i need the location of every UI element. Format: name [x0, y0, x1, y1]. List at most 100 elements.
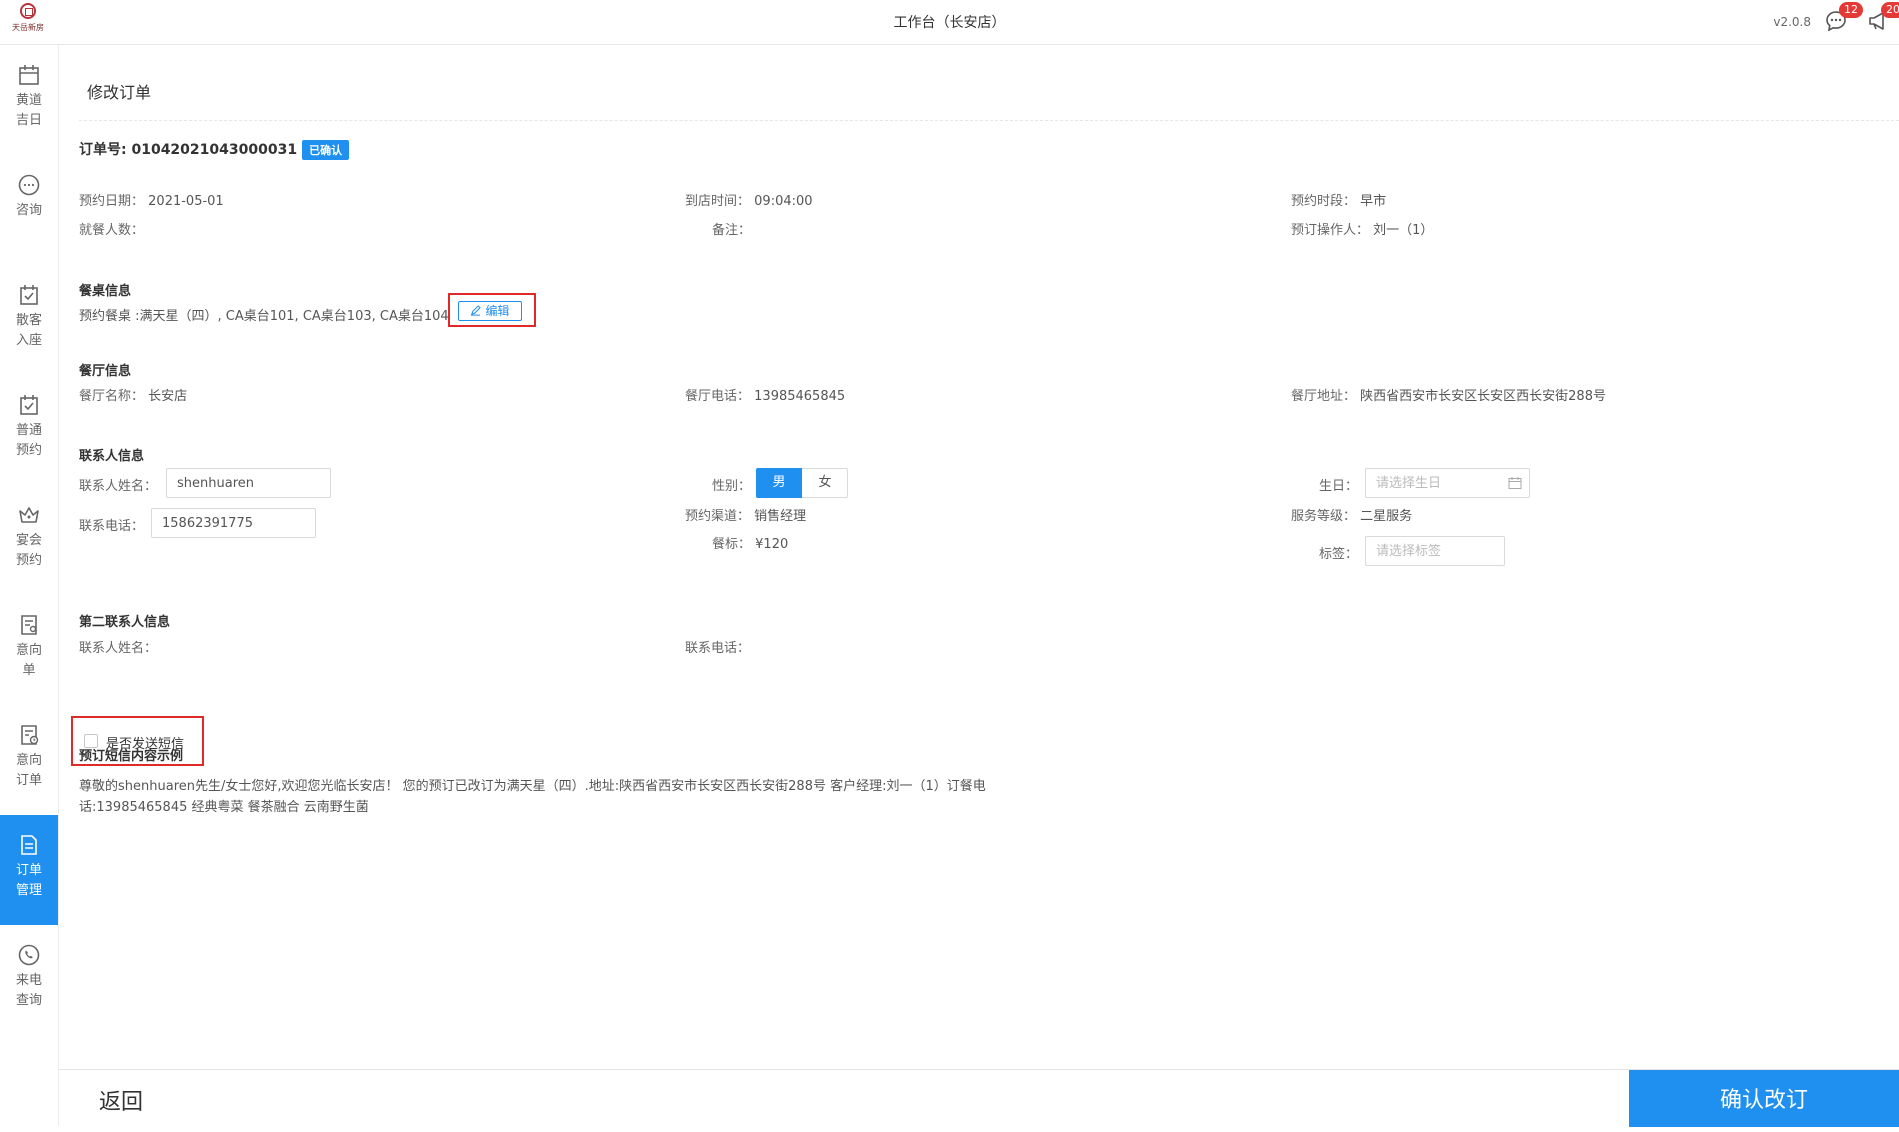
- app-title: 工作台（长安店）: [893, 15, 1006, 31]
- status-badge: 已确认: [302, 140, 350, 160]
- gender-option-male[interactable]: 男: [756, 468, 802, 498]
- calendar-icon: [19, 65, 39, 85]
- sidebar-item-intent-sheet[interactable]: 意向 单: [0, 595, 58, 705]
- sidebar-item-intent-order[interactable]: 意向 订单: [0, 705, 58, 815]
- arrival-time-value: 09:04:00: [754, 194, 813, 209]
- crown-icon: [19, 507, 39, 523]
- gender-option-female[interactable]: 女: [802, 468, 848, 498]
- guest-count-label: 就餐人数：: [79, 223, 145, 238]
- booking-operator-value: 刘一（1）: [1373, 223, 1434, 238]
- restaurant-phone-value: 13985465845: [754, 389, 846, 404]
- sidebar-item-label: 黄道 吉日: [15, 93, 42, 128]
- sidebar-item-label: 普通 预约: [15, 423, 42, 458]
- chat-icon: [18, 174, 40, 196]
- restaurant-phone-label: 餐厅电话：: [685, 389, 751, 404]
- sidebar-item-auspicious-days[interactable]: 黄道 吉日: [0, 45, 58, 155]
- divider: [79, 120, 1899, 121]
- sidebar-item-call-lookup[interactable]: 来电 查询: [0, 925, 58, 1035]
- checklist-icon: [20, 285, 38, 305]
- meal-standard-value: ¥120: [755, 537, 789, 552]
- pencil-icon: [471, 305, 482, 316]
- sidebar-item-consult[interactable]: 咨询: [0, 155, 58, 265]
- restaurant-info-title: 餐厅信息: [79, 364, 132, 379]
- arrival-time: 到店时间： 09:04:00: [685, 190, 813, 209]
- booking-period-value: 早市: [1360, 194, 1387, 209]
- order-number: 订单号: 01042021043000031 已确认: [79, 139, 350, 160]
- booking-operator: 预订操作人： 刘一（1）: [1291, 219, 1433, 238]
- sidebar-item-label: 意向 单: [15, 643, 42, 678]
- contact-name-input[interactable]: [166, 468, 331, 498]
- booking-channel: 预约渠道： 销售经理: [685, 505, 806, 524]
- notices-badge: 20: [1881, 2, 1899, 18]
- phone-icon: [18, 944, 40, 966]
- restaurant-address: 餐厅地址： 陕西省西安市长安区长安区西长安街288号: [1291, 385, 1606, 404]
- birthday-label: 生日：: [1319, 479, 1359, 494]
- sms-example-text: 尊敬的shenhuaren先生/女士您好,欢迎您光临长安店！ 您的预订已改订为满…: [79, 779, 986, 815]
- sidebar-item-label: 订单 管理: [15, 863, 42, 898]
- booked-tables: 预约餐桌 :满天星（四）, CA桌台101, CA桌台103, CA桌台104: [79, 309, 449, 324]
- remark-label: 备注：: [712, 223, 752, 238]
- second-contact-name-label: 联系人姓名：: [79, 641, 158, 656]
- meal-standard: 餐标： ¥120: [712, 533, 788, 552]
- restaurant-name-label: 餐厅名称：: [79, 389, 145, 404]
- checklist-icon: [20, 395, 38, 415]
- meal-standard-label: 餐标：: [712, 537, 752, 552]
- document-user-icon: [21, 615, 37, 635]
- tag-label: 标签：: [1319, 547, 1359, 562]
- booking-channel-value: 销售经理: [754, 509, 807, 524]
- tag-select[interactable]: [1365, 536, 1505, 566]
- remark: 备注：: [712, 219, 751, 238]
- booking-date-label: 预约日期：: [79, 194, 145, 209]
- order-number-text: 订单号: 01042021043000031: [79, 142, 298, 158]
- main-content: 修改订单 订单号: 01042021043000031 已确认 预约日期： 202…: [59, 45, 1899, 1126]
- sidebar-item-order-management[interactable]: 订单 管理: [0, 815, 58, 925]
- contact-name-label: 联系人姓名：: [79, 479, 158, 494]
- calendar-icon: [1508, 477, 1522, 489]
- document-clock-icon: [21, 725, 39, 745]
- version-label: v2.0.8: [1773, 15, 1811, 29]
- booking-period-label: 预约时段：: [1291, 194, 1357, 209]
- footer-bar: 返回 确认改订: [59, 1069, 1899, 1127]
- sms-example-title: 预订短信内容示例: [79, 749, 184, 764]
- sidebar: 黄道 吉日 咨询 散客 入座 普通 预约 宴会 预约 意向 单 意向 订单 订单…: [0, 45, 59, 1126]
- booking-channel-label: 预约渠道：: [685, 509, 751, 524]
- sidebar-item-label: 咨询: [15, 203, 42, 218]
- document-icon: [21, 835, 37, 855]
- booking-date-value: 2021-05-01: [148, 194, 224, 209]
- restaurant-address-value: 陕西省西安市长安区长安区西长安街288号: [1360, 389, 1606, 404]
- second-contact-title: 第二联系人信息: [79, 615, 171, 630]
- sidebar-item-banquet-booking[interactable]: 宴会 预约: [0, 485, 58, 595]
- birthday-picker[interactable]: [1365, 468, 1530, 498]
- booking-period: 预约时段： 早市: [1291, 190, 1386, 209]
- page-title: 修改订单: [87, 83, 152, 102]
- restaurant-phone: 餐厅电话： 13985465845: [685, 385, 845, 404]
- booking-date: 预约日期： 2021-05-01: [79, 190, 224, 209]
- sidebar-item-walk-in[interactable]: 散客 入座: [0, 265, 58, 375]
- restaurant-name: 餐厅名称： 长安店: [79, 385, 187, 404]
- guest-count: 就餐人数：: [79, 219, 144, 238]
- edit-tables-button[interactable]: 编辑: [458, 301, 522, 321]
- sidebar-item-label: 意向 订单: [15, 753, 42, 788]
- notices-button[interactable]: 20: [1867, 2, 1899, 32]
- restaurant-address-label: 餐厅地址：: [1291, 389, 1357, 404]
- contact-phone-label: 联系电话：: [79, 519, 145, 534]
- arrival-time-label: 到店时间：: [685, 194, 751, 209]
- back-button[interactable]: 返回: [99, 1084, 143, 1116]
- sidebar-item-label: 来电 查询: [15, 973, 42, 1008]
- table-info-title: 餐桌信息: [79, 284, 132, 299]
- gender-selector: 男 女: [756, 468, 848, 498]
- second-contact-phone-label: 联系电话：: [685, 641, 751, 656]
- restaurant-name-value: 长安店: [148, 389, 188, 404]
- messages-button[interactable]: 12: [1825, 2, 1863, 32]
- edit-highlight-box: 编辑: [448, 293, 536, 327]
- contact-phone-input[interactable]: [151, 508, 316, 538]
- birthday-input[interactable]: [1365, 468, 1530, 498]
- top-bar: 天岳新房 工作台（长安店） v2.0.8 12 20: [0, 0, 1899, 45]
- service-level-label: 服务等级：: [1291, 509, 1357, 524]
- sidebar-item-label: 宴会 预约: [15, 533, 42, 568]
- contact-info-title: 联系人信息: [79, 449, 145, 464]
- sidebar-item-normal-booking[interactable]: 普通 预约: [0, 375, 58, 485]
- confirm-change-button[interactable]: 确认改订: [1629, 1070, 1899, 1127]
- sidebar-item-label: 散客 入座: [15, 313, 42, 348]
- gender-label: 性别：: [712, 479, 752, 494]
